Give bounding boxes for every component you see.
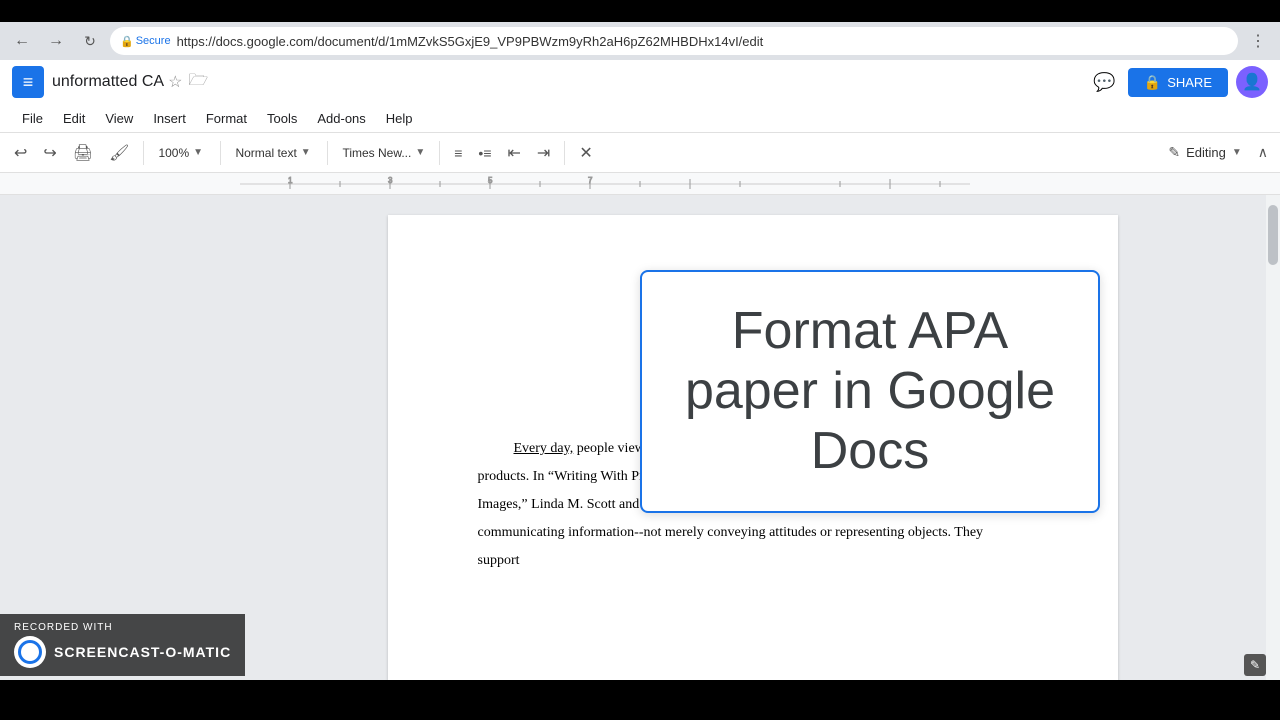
folder-icon[interactable]: 🗁 <box>188 69 208 96</box>
screencast-logo <box>14 636 46 668</box>
menu-help[interactable]: Help <box>376 107 423 130</box>
gdocs-logo: ≡ <box>12 66 44 98</box>
pencil-icon: ✎ <box>1168 144 1180 161</box>
address-bar[interactable]: 🔒 Secure https://docs.google.com/documen… <box>110 27 1238 55</box>
refresh-button[interactable]: ↻ <box>76 27 104 55</box>
menu-edit[interactable]: Edit <box>53 107 95 130</box>
indent-decrease-button[interactable]: ⇤ <box>502 139 527 167</box>
doc-title[interactable]: unformatted CA <box>52 73 164 91</box>
zoom-label: 100% <box>158 146 189 160</box>
share-label: SHARE <box>1167 75 1212 90</box>
print-button[interactable]: 🖨 <box>67 139 99 167</box>
svg-text:3: 3 <box>388 176 393 185</box>
document-area: Format APA paper in Google Docs Analysis… <box>240 195 1265 681</box>
separator-1 <box>143 141 144 165</box>
menu-file[interactable]: File <box>12 107 53 130</box>
editing-label: Editing <box>1186 145 1226 160</box>
toolbar: ↩ ↪ 🖨 🖌 100% ▼ Normal text ▼ Times New..… <box>0 132 1280 172</box>
paint-format-button[interactable]: 🖌 <box>103 139 135 167</box>
share-lock-icon: 🔒 <box>1144 74 1161 91</box>
svg-text:5: 5 <box>488 176 493 185</box>
style-arrow: ▼ <box>301 147 311 158</box>
body-line4: communicating information--not merely co… <box>478 519 1028 575</box>
menu-view[interactable]: View <box>95 107 143 130</box>
ruler: 1 3 5 7 <box>0 173 1280 195</box>
menu-addons[interactable]: Add-ons <box>307 107 375 130</box>
style-label: Normal text <box>235 146 296 160</box>
undo-button[interactable]: ↩ <box>8 139 33 167</box>
star-icon[interactable]: ☆ <box>168 72 182 92</box>
page-corner[interactable]: ✎ <box>1244 654 1266 676</box>
svg-text:7: 7 <box>588 176 593 185</box>
page-corner-icon: ✎ <box>1250 658 1260 672</box>
menu-bar: File Edit View Insert Format Tools Add-o… <box>0 104 1280 132</box>
screencast-logo-inner <box>18 640 42 664</box>
secure-badge: 🔒 Secure <box>120 35 171 48</box>
share-button[interactable]: 🔒 SHARE <box>1128 68 1228 97</box>
comment-button[interactable]: 💬 <box>1089 68 1119 97</box>
secure-label: Secure <box>136 35 171 47</box>
overlay-card: Format APA paper in Google Docs <box>640 270 1100 513</box>
every-day-text: Every day, <box>514 441 574 456</box>
font-arrow: ▼ <box>415 147 425 158</box>
main-content: Format APA paper in Google Docs Analysis… <box>0 195 1280 681</box>
watermark: RECORDED WITH SCREENCAST-O-MATIC <box>0 614 245 676</box>
collapse-toolbar-button[interactable]: ∧ <box>1254 140 1272 165</box>
indent-increase-button[interactable]: ⇥ <box>531 139 556 167</box>
title-area: unformatted CA ☆ 🗁 <box>52 69 1081 96</box>
font-select[interactable]: Times New... ▼ <box>336 143 431 163</box>
ruler-svg: 1 3 5 7 <box>240 174 970 194</box>
forward-button[interactable]: → <box>42 27 70 55</box>
editing-mode-button[interactable]: ✎ Editing ▼ <box>1160 140 1249 165</box>
header-right: 💬 🔒 SHARE 👤 <box>1089 66 1268 98</box>
brand-text: SCREENCAST-O-MATIC <box>54 644 231 661</box>
scrollbar[interactable] <box>1266 195 1280 681</box>
ordered-list-button[interactable]: ≡ <box>448 141 468 165</box>
scrollbar-thumb[interactable] <box>1268 205 1278 265</box>
separator-3 <box>327 141 328 165</box>
font-label: Times New... <box>342 146 411 160</box>
style-select[interactable]: Normal text ▼ <box>229 143 319 163</box>
menu-format[interactable]: Format <box>196 107 257 130</box>
right-panel <box>1265 195 1280 681</box>
back-button[interactable]: ← <box>8 27 36 55</box>
editing-chevron-icon: ▼ <box>1232 147 1242 158</box>
svg-text:1: 1 <box>288 176 293 185</box>
gdocs-header: ≡ unformatted CA ☆ 🗁 💬 🔒 SHARE 👤 File Ed… <box>0 60 1280 173</box>
avatar[interactable]: 👤 <box>1236 66 1268 98</box>
clear-formatting-button[interactable]: ✕ <box>573 139 598 167</box>
browser-chrome: ← → ↻ 🔒 Secure https://docs.google.com/d… <box>0 22 1280 60</box>
lock-icon: 🔒 <box>120 35 134 48</box>
separator-5 <box>564 141 565 165</box>
recorded-with-text: RECORDED WITH <box>14 622 231 634</box>
redo-button[interactable]: ↪ <box>37 139 62 167</box>
menu-insert[interactable]: Insert <box>143 107 196 130</box>
left-panel <box>0 195 240 681</box>
overlay-title: Format APA paper in Google Docs <box>682 302 1058 481</box>
bullet-list-button[interactable]: •≡ <box>472 141 497 165</box>
separator-4 <box>439 141 440 165</box>
browser-menu-button[interactable]: ⋮ <box>1244 27 1272 55</box>
url-text: https://docs.google.com/document/d/1mMZv… <box>177 34 764 49</box>
menu-tools[interactable]: Tools <box>257 107 307 130</box>
zoom-arrow: ▼ <box>193 147 203 158</box>
separator-2 <box>220 141 221 165</box>
zoom-select[interactable]: 100% ▼ <box>152 143 212 163</box>
